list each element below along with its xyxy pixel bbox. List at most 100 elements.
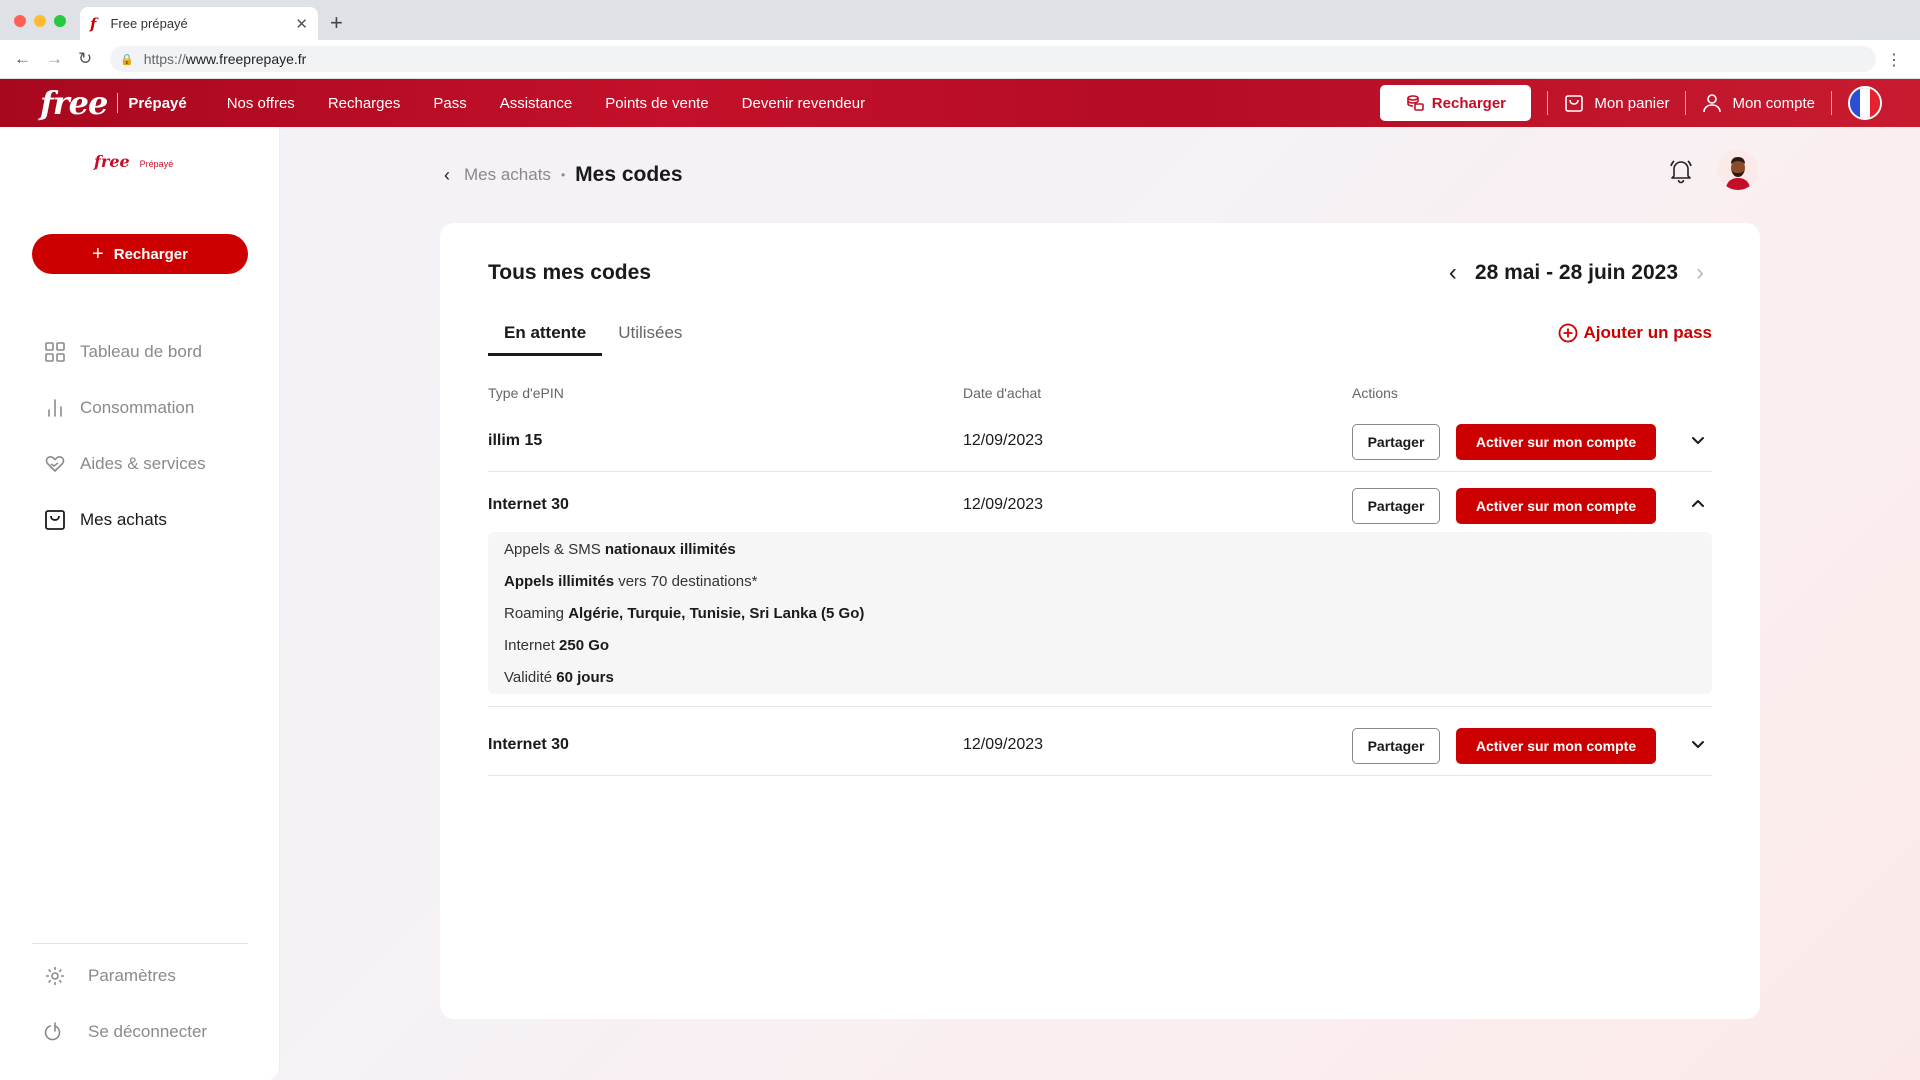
detail-line: Roaming Algérie, Turquie, Tunisie, Sri L… [504,605,864,622]
browser-tab[interactable]: f Free prépayé ✕ [80,7,318,40]
sidebar-recharge-label: Recharger [113,245,188,263]
table-row: Internet 30 12/09/2023 Partager Activer … [488,476,1712,536]
close-window-button[interactable] [14,15,26,27]
chevron-down-icon[interactable] [1688,734,1708,754]
grid-icon [45,342,65,362]
epin-type: Internet 30 [488,736,569,753]
activate-button[interactable]: Activer sur mon compte [1456,424,1656,460]
sidebar-item-parametres[interactable]: Paramètres [44,965,176,987]
maximize-window-button[interactable] [54,15,66,27]
detail-line: Internet 250 Go [504,637,609,654]
header-divider [1547,91,1549,115]
sidebar-recharge-button[interactable]: + Recharger [32,234,248,274]
french-flag-icon[interactable] [1848,86,1882,120]
sidebar-item-consommation[interactable]: Consommation [44,397,194,419]
power-icon [44,1022,61,1041]
account-label: Mon compte [1732,94,1815,112]
tab-title: Free prépayé [110,16,188,31]
lock-icon: 🔒 [120,53,134,66]
date-range-label: 28 mai - 28 juin 2023 [1474,261,1678,284]
forward-arrow-icon[interactable]: → [46,49,63,69]
detail-line: Appels & SMS nationaux illimités [504,541,736,558]
gear-icon [46,967,64,985]
breadcrumb-separator: • [560,168,566,182]
sidebar-item-aides-services[interactable]: Aides & services [44,453,206,475]
nav-link-recharges[interactable]: Recharges [328,95,401,112]
detail-text: Internet [504,637,560,654]
back-chevron-icon[interactable]: ‹ [444,165,450,186]
next-period-chevron-icon[interactable]: › [1696,259,1704,287]
page-title: Mes codes [575,163,683,186]
sidebar-footer-label: Se déconnecter [88,1022,208,1041]
detail-text: Appels & SMS [504,541,605,558]
nav-link-points-de-vente[interactable]: Points de vente [605,95,708,112]
share-button[interactable]: Partager [1352,488,1440,524]
share-button[interactable]: Partager [1352,424,1440,460]
chevron-up-icon[interactable] [1688,494,1708,514]
detail-text: Roaming [504,605,569,622]
cart-link[interactable]: Mon panier [1564,93,1669,113]
sidebar-divider [32,943,248,944]
plus-circle-icon [1558,323,1577,343]
chevron-down-icon[interactable] [1688,430,1708,450]
purchase-date: 12/09/2023 [963,432,1044,449]
purchase-date: 12/09/2023 [963,736,1044,753]
share-button[interactable]: Partager [1352,728,1440,764]
column-header-actions: Actions [1352,385,1398,401]
epin-type: Internet 30 [488,496,569,513]
nav-link-devenir-revendeur[interactable]: Devenir revendeur [742,95,865,112]
bell-icon[interactable] [1668,158,1694,184]
sidebar-item-label: Tableau de bord [80,342,202,361]
coins-icon [1406,95,1424,111]
reload-icon[interactable]: ↻ [78,49,92,69]
prev-period-chevron-icon[interactable]: ‹ [1449,259,1457,287]
browser-menu-icon[interactable]: ⋮ [1886,50,1902,70]
sidebar-item-tableau-de-bord[interactable]: Tableau de bord [44,341,202,363]
brand-subtitle: Prépayé [128,94,187,112]
detail-value: Appels illimités [504,573,615,590]
header-actions: Recharger Mon panier Mon compte [1380,85,1882,121]
nav-link-pass[interactable]: Pass [433,95,466,112]
brand-logo[interactable]: free Prépayé [40,84,187,122]
shopping-bag-icon [45,510,65,530]
shopping-bag-icon [1565,95,1584,112]
nav-link-offres[interactable]: Nos offres [227,95,295,112]
tab-utilisees[interactable]: Utilisées [602,323,698,356]
column-header-date: Date d'achat [963,385,1042,401]
brand-name: free [40,84,108,122]
avatar[interactable] [1718,150,1758,190]
minimize-window-button[interactable] [34,15,46,27]
detail-text: vers 70 destinations* [614,573,758,590]
date-range-selector: ‹ 28 mai - 28 juin 2023 › [1449,259,1704,287]
breadcrumb: ‹ Mes achats • Mes codes [444,163,683,187]
header-recharge-button[interactable]: Recharger [1380,85,1532,121]
activate-button[interactable]: Activer sur mon compte [1456,728,1656,764]
user-icon [1703,94,1722,113]
tab-close-icon[interactable]: ✕ [295,15,308,33]
activate-button[interactable]: Activer sur mon compte [1456,488,1656,524]
cart-label: Mon panier [1594,94,1670,112]
tab-en-attente[interactable]: En attente [488,323,603,356]
detail-line: Appels illimités vers 70 destinations* [504,573,757,590]
add-pass-button[interactable]: Ajouter un pass [1558,323,1712,343]
sidebar-item-mes-achats[interactable]: Mes achats [44,509,167,531]
url-field[interactable]: 🔒 https://www.freeprepaye.fr [110,46,1876,72]
new-tab-button[interactable]: + [330,10,343,36]
detail-line: Validité 60 jours [504,669,614,686]
nav-link-assistance[interactable]: Assistance [500,95,573,112]
detail-value: Algérie, Turquie, Tunisie, Sri Lanka (5 … [568,605,865,622]
sidebar-logo[interactable]: free Prépayé [94,152,173,171]
column-header-type: Type d'ePIN [488,385,564,401]
status-tabs: En attente Utilisées [488,323,698,356]
breadcrumb-parent[interactable]: Mes achats [464,165,551,185]
sidebar: free Prépayé + Recharger Tableau de bord… [0,127,280,1080]
card-title: Tous mes codes [488,261,651,284]
sidebar-item-label: Consommation [80,398,195,417]
sidebar-brand-sub: Prépayé [139,159,174,169]
main-nav-links: Nos offres Recharges Pass Assistance Poi… [227,95,865,112]
account-link[interactable]: Mon compte [1702,93,1815,113]
sidebar-item-se-deconnecter[interactable]: Se déconnecter [44,1021,207,1043]
codes-card: Tous mes codes ‹ 28 mai - 28 juin 2023 ›… [440,223,1760,1019]
back-arrow-icon[interactable]: ← [14,49,31,69]
detail-value: nationaux illimités [604,541,736,558]
